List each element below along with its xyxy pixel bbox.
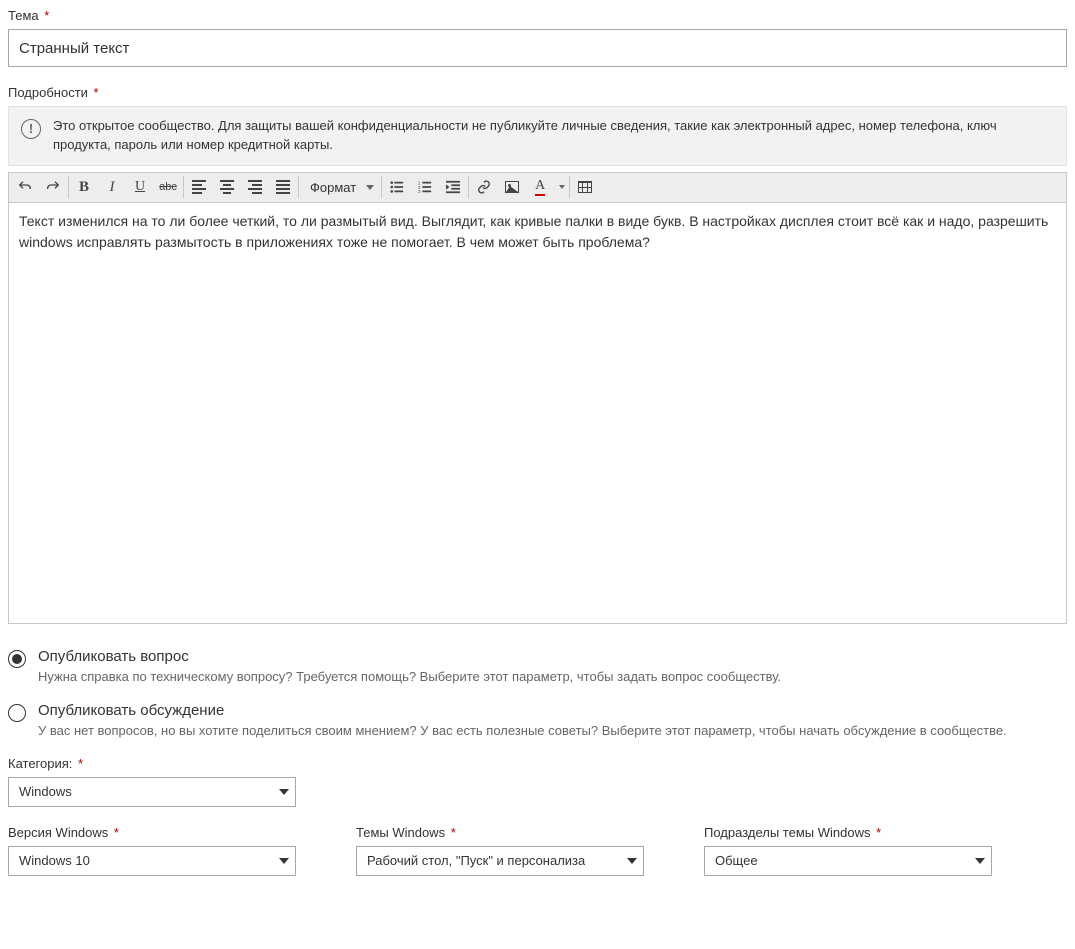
windows-subtopics-label: Подразделы темы Windows * [704,825,992,840]
indent-button[interactable] [439,174,467,200]
format-dropdown[interactable]: Формат [300,174,380,200]
link-button[interactable] [470,174,498,200]
radio-post-question-desc: Нужна справка по техническому вопросу? Т… [38,669,1067,684]
rich-text-editor: B I U abc Формат [8,172,1067,624]
bullet-list-button[interactable] [383,174,411,200]
subject-label: Тема * [8,8,1067,23]
font-color-dropdown[interactable] [554,174,568,200]
underline-button[interactable]: U [126,174,154,200]
subject-input[interactable] [8,29,1067,67]
post-type-group: Опубликовать вопрос Нужна справка по тех… [8,648,1067,738]
details-textarea[interactable]: Текст изменился на то ли более четкий, т… [9,203,1066,623]
radio-post-discussion-title: Опубликовать обсуждение [38,702,1067,719]
bold-button[interactable]: B [70,174,98,200]
radio-post-discussion[interactable] [8,704,26,722]
windows-version-select[interactable]: Windows 10 [8,846,296,876]
privacy-info-banner: ! Это открытое сообщество. Для защиты ва… [8,106,1067,166]
align-justify-button[interactable] [269,174,297,200]
info-icon: ! [21,119,41,139]
svg-text:3: 3 [418,189,421,194]
radio-post-question[interactable] [8,650,26,668]
undo-button[interactable] [11,174,39,200]
redo-button[interactable] [39,174,67,200]
category-label: Категория: * [8,756,1067,771]
italic-button[interactable]: I [98,174,126,200]
align-left-button[interactable] [185,174,213,200]
editor-toolbar: B I U abc Формат [9,173,1066,203]
windows-subtopics-select[interactable]: Общее [704,846,992,876]
privacy-info-text: Это открытое сообщество. Для защиты ваше… [53,117,1054,155]
windows-topics-label: Темы Windows * [356,825,644,840]
windows-version-label: Версия Windows * [8,825,296,840]
radio-post-question-title: Опубликовать вопрос [38,648,1067,665]
strikethrough-button[interactable]: abc [154,174,182,200]
radio-post-discussion-desc: У вас нет вопросов, но вы хотите поделит… [38,723,1067,738]
numbered-list-button[interactable]: 123 [411,174,439,200]
category-select[interactable]: Windows [8,777,296,807]
image-button[interactable] [498,174,526,200]
font-color-button[interactable]: A [526,174,554,200]
details-label: Подробности * [8,85,1067,100]
align-right-button[interactable] [241,174,269,200]
table-button[interactable] [571,174,599,200]
align-center-button[interactable] [213,174,241,200]
windows-topics-select[interactable]: Рабочий стол, "Пуск" и персонализа [356,846,644,876]
